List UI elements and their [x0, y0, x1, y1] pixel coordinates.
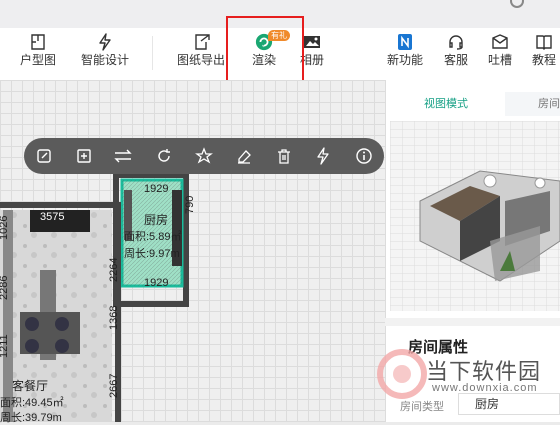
- 3d-model-image: [390, 121, 560, 311]
- star-icon[interactable]: [186, 138, 222, 174]
- kitchen-dim-top: 1929: [144, 183, 169, 195]
- toolbar-divider: [152, 36, 153, 70]
- room-type-label: 房间类型: [400, 401, 444, 413]
- tutorial-label: 教程: [531, 53, 556, 67]
- tab-view-mode[interactable]: 视图模式: [424, 92, 468, 116]
- kitchen-dim-bottom: 1929: [144, 277, 169, 289]
- floor-plan-label: 户型图: [19, 53, 56, 67]
- kitchen-name: 厨房: [144, 213, 169, 227]
- living-dim-2286: 2286: [0, 275, 10, 300]
- living-dim-2667: 2667: [108, 373, 120, 398]
- floor-plan-drawing: [0, 172, 189, 422]
- edit-icon[interactable]: [26, 138, 62, 174]
- mail-icon: [492, 34, 508, 49]
- living-dim-1368: 1368: [108, 305, 120, 330]
- tutorial-button[interactable]: 教程: [528, 28, 560, 80]
- watermark-logo: [377, 349, 427, 399]
- lightning-icon[interactable]: [305, 138, 341, 174]
- feedback-label: 吐槽: [487, 53, 512, 67]
- living-dim-1211: 1211: [0, 334, 10, 358]
- add-icon[interactable]: [66, 138, 102, 174]
- image-icon: [304, 36, 320, 48]
- living-area: 面积:49.45㎡: [0, 397, 64, 409]
- swap-icon[interactable]: [105, 138, 141, 174]
- floor-plan-icon: [31, 34, 45, 50]
- customer-service-button[interactable]: 客服: [440, 28, 472, 80]
- kitchen-area: 面积:5.89㎡: [124, 231, 182, 243]
- lightning-icon: [99, 33, 111, 51]
- export-icon: [195, 34, 210, 50]
- smart-design-label: 智能设计: [80, 53, 129, 67]
- panel-divider: [385, 318, 560, 326]
- kitchen-dim-right: 790: [184, 195, 196, 214]
- design-canvas[interactable]: [0, 80, 385, 422]
- info-icon[interactable]: [346, 138, 382, 174]
- export-drawings-label: 图纸导出: [176, 53, 225, 67]
- living-perimeter: 周长:39.79m: [0, 412, 62, 424]
- floating-toolbar: [24, 138, 384, 174]
- kitchen-perimeter: 周长:9.97m: [124, 248, 180, 260]
- export-drawings-button[interactable]: 图纸导出: [176, 28, 226, 80]
- living-name: 客餐厅: [12, 379, 49, 393]
- trash-icon[interactable]: [266, 138, 302, 174]
- tab-room[interactable]: 房间: [538, 92, 560, 116]
- new-features-label: 新功能: [386, 53, 423, 67]
- living-dim-1026: 1026: [0, 215, 10, 240]
- smart-design-button[interactable]: 智能设计: [78, 28, 132, 80]
- floor-plan-button[interactable]: 户型图: [18, 28, 58, 80]
- eraser-icon[interactable]: [226, 138, 262, 174]
- living-dim-top: 3575: [40, 211, 65, 223]
- headset-icon: [449, 35, 463, 50]
- refresh-icon[interactable]: [146, 138, 182, 174]
- customer-service-label: 客服: [443, 53, 468, 67]
- book-icon: [536, 35, 552, 50]
- feedback-button[interactable]: 吐槽: [484, 28, 516, 80]
- room-type-select[interactable]: 厨房: [458, 393, 560, 415]
- new-features-icon: [398, 34, 412, 50]
- kitchen-dim-left: 2264: [108, 257, 120, 282]
- new-features-button[interactable]: 新功能: [384, 28, 426, 80]
- 3d-preview[interactable]: [390, 121, 560, 311]
